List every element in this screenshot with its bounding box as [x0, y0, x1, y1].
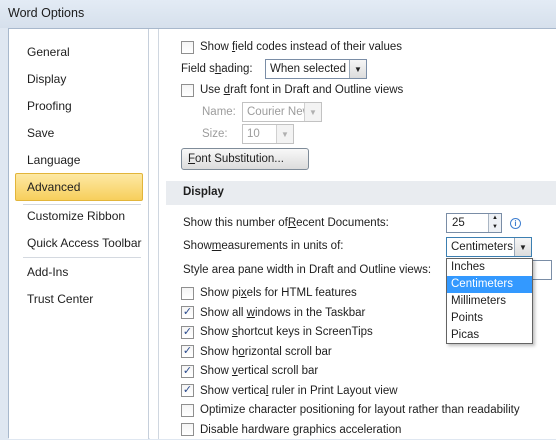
draft-font-size-value: 10 — [247, 128, 260, 140]
display-option-label: Show pixels for HTML features — [200, 287, 357, 299]
display-option[interactable]: Show all windows in the Taskbar — [181, 303, 365, 323]
recent-documents-label: Show this number of Recent Documents: — [183, 217, 389, 229]
panel-edge — [158, 29, 159, 439]
units-option[interactable]: Picas — [447, 327, 532, 344]
display-option-label: Show all windows in the Taskbar — [200, 306, 366, 319]
style-area-label: Style area pane width in Draft and Outli… — [183, 264, 432, 276]
field-shading-label: Field s h ading: — [181, 63, 253, 75]
units-value: Centimeters — [451, 241, 513, 253]
chevron-down-icon[interactable]: ▼ — [349, 60, 366, 78]
display-option[interactable]: Show vertical ruler in Print Layout view — [181, 381, 398, 401]
field-shading-select[interactable]: When selected ▼ — [265, 59, 367, 79]
recent-documents-spinner[interactable]: 25 ▲ ▼ — [446, 213, 502, 233]
font-substitution-button[interactable]: Font Substitution... — [181, 148, 309, 170]
draft-font-name-label: Name: — [202, 106, 236, 118]
display-option-checkbox[interactable] — [181, 364, 194, 378]
display-option-label: Optimize character positioning for layou… — [200, 404, 520, 416]
units-option[interactable]: Points — [447, 310, 532, 327]
draft-font-label: Use draft font in Draft and Outline view… — [200, 84, 404, 96]
field-codes-checkbox[interactable] — [181, 40, 194, 54]
chevron-down-icon[interactable]: ▼ — [514, 238, 531, 256]
display-option[interactable]: Show vertical scroll bar — [181, 361, 318, 381]
field-codes-label: Show field codes instead of their values — [200, 41, 403, 53]
draft-font-name-value: Courier New — [247, 106, 311, 118]
recent-documents-value: 25 — [452, 217, 465, 229]
sidebar-item-trust-center[interactable]: Trust Center — [15, 285, 143, 313]
display-section-header: Display — [166, 181, 556, 205]
display-option-label: Show vertical ruler in Print Layout view — [200, 384, 398, 397]
display-option[interactable]: Show shortcut keys in ScreenTips — [181, 322, 373, 342]
units-label: Show m easurements in units of: — [183, 240, 344, 252]
sidebar-item-proofing[interactable]: Proofing — [15, 92, 143, 120]
units-option[interactable]: Centimeters — [447, 276, 532, 293]
chevron-down-icon[interactable]: ▼ — [304, 103, 321, 121]
display-option[interactable]: Show pixels for HTML features — [181, 283, 357, 303]
display-option-checkbox[interactable] — [181, 325, 194, 339]
spin-down-icon[interactable]: ▼ — [489, 223, 501, 232]
sidebar-item-save[interactable]: Save — [15, 119, 143, 147]
display-option[interactable]: Optimize character positioning for layou… — [181, 400, 520, 420]
sidebar: General Display Proofing Save Language A… — [9, 29, 149, 439]
display-option-label: Disable hardware graphics acceleration — [200, 423, 402, 436]
sidebar-item-quick-access-toolbar[interactable]: Quick Access Toolbar — [15, 229, 143, 257]
display-option-checkbox[interactable] — [181, 423, 194, 436]
style-area-input[interactable] — [530, 260, 552, 280]
draft-font-size-select[interactable]: 10 ▼ — [242, 124, 294, 144]
units-option[interactable]: Millimeters — [447, 293, 532, 310]
info-icon[interactable]: i — [510, 218, 521, 229]
draft-font-name-select[interactable]: Courier New ▼ — [242, 102, 322, 122]
options-dialog: General Display Proofing Save Language A… — [8, 28, 556, 439]
display-option-checkbox[interactable] — [181, 384, 194, 397]
advanced-options-panel: Show field codes instead of their values… — [150, 29, 556, 439]
sidebar-item-customize-ribbon[interactable]: Customize Ribbon — [15, 202, 143, 230]
display-option[interactable]: Disable hardware graphics acceleration — [181, 420, 401, 440]
window-title: Word Options — [0, 0, 556, 28]
display-option-checkbox[interactable] — [181, 306, 194, 319]
field-codes-option[interactable]: Show field codes instead of their values — [181, 37, 402, 57]
draft-font-size-label: Size: — [202, 128, 228, 140]
display-option-label: Show shortcut keys in ScreenTips — [200, 326, 373, 338]
display-option-checkbox[interactable] — [181, 286, 194, 300]
draft-font-checkbox[interactable] — [181, 83, 194, 97]
spinner-buttons: ▲ ▼ — [488, 214, 501, 232]
units-dropdown-list[interactable]: Inches Centimeters Millimeters Points Picas — [446, 258, 533, 344]
sidebar-item-general[interactable]: General — [15, 38, 143, 66]
display-option-label: Show vertical scroll bar — [200, 365, 319, 377]
draft-font-option[interactable]: Use draft font in Draft and Outline view… — [181, 80, 403, 100]
sidebar-item-add-ins[interactable]: Add-Ins — [15, 258, 143, 286]
units-select[interactable]: Centimeters ▼ — [446, 237, 532, 257]
chevron-down-icon[interactable]: ▼ — [276, 125, 293, 143]
display-option[interactable]: Show horizontal scroll bar — [181, 342, 332, 362]
sidebar-item-advanced[interactable]: Advanced — [15, 173, 143, 201]
display-option-checkbox[interactable] — [181, 345, 194, 358]
units-option[interactable]: Inches — [447, 259, 532, 276]
sidebar-item-display[interactable]: Display — [15, 65, 143, 93]
display-option-checkbox[interactable] — [181, 403, 194, 417]
display-option-label: Show horizontal scroll bar — [200, 345, 332, 358]
sidebar-item-language[interactable]: Language — [15, 146, 143, 174]
field-shading-value: When selected — [270, 63, 347, 75]
spin-up-icon[interactable]: ▲ — [489, 214, 501, 223]
